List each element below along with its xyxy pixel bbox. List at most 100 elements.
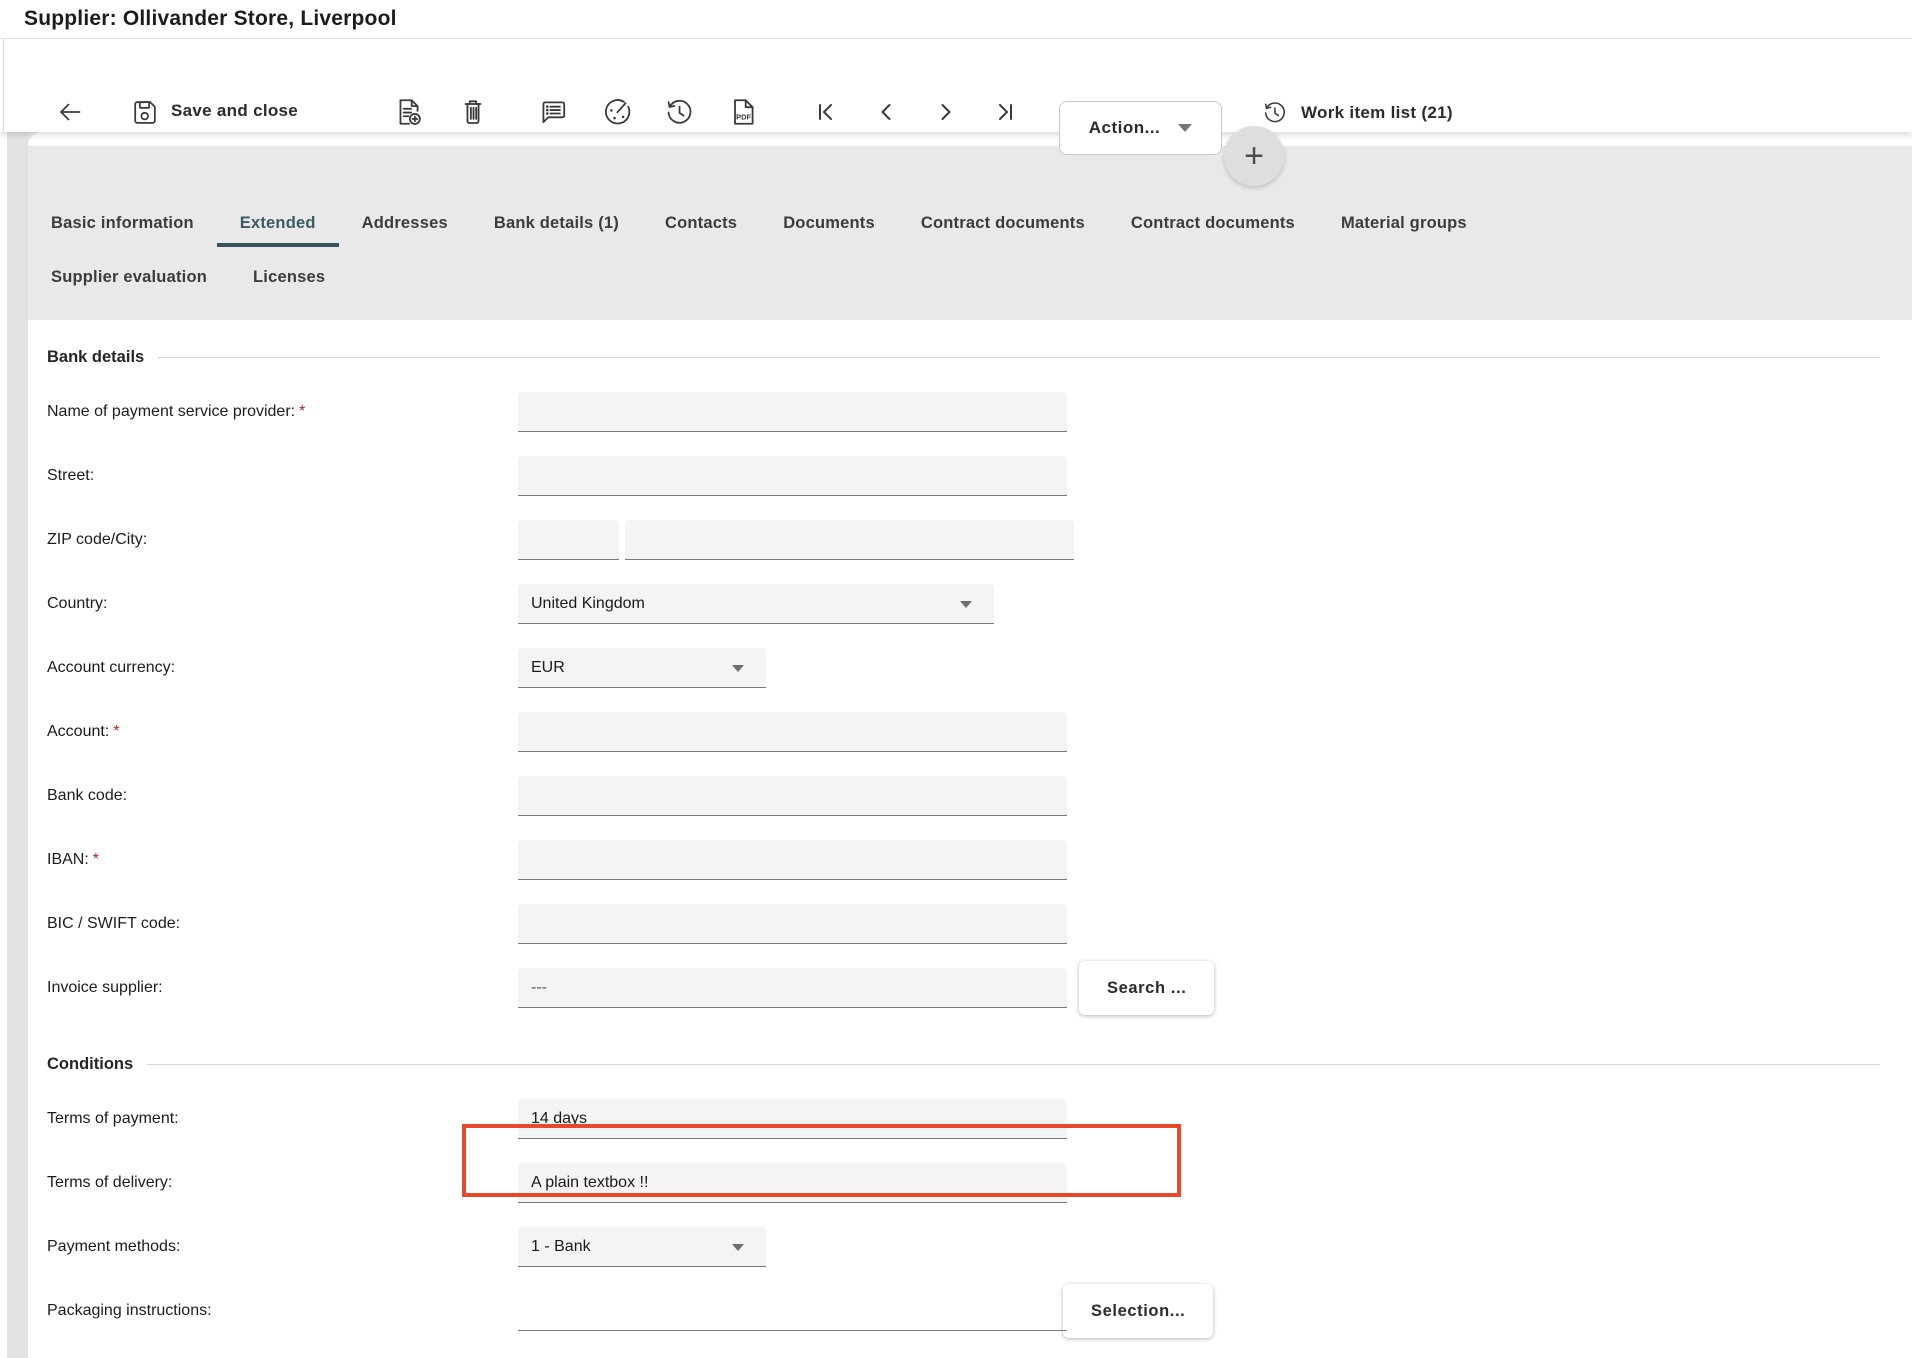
text-input[interactable] (518, 392, 1067, 432)
form-row: Account:* (28, 712, 1912, 752)
toolbar-left-divider (3, 39, 4, 132)
add-tab-button[interactable]: + (1224, 126, 1284, 186)
tab-contract-documents[interactable]: Contract documents (898, 214, 1108, 247)
tab-extended[interactable]: Extended (217, 214, 339, 247)
zip-input[interactable] (518, 520, 619, 560)
form-row: ZIP code/City: (28, 520, 1912, 560)
delete-icon[interactable] (457, 96, 489, 128)
selection-button[interactable]: Selection... (1063, 1284, 1213, 1338)
form-row: Terms of payment:14 days (28, 1099, 1912, 1139)
field-label: Account:* (28, 723, 518, 741)
field-value: --- (518, 979, 547, 997)
form-row: Country:United Kingdom (28, 584, 1912, 624)
field-label: BIC / SWIFT code: (28, 915, 518, 933)
field-label: Invoice supplier: (28, 979, 518, 997)
pdf-export-icon[interactable]: PDF (727, 96, 759, 128)
form-row: Account currency:EUR (28, 648, 1912, 688)
tab-row-1: Basic informationExtendedAddressesBank d… (28, 214, 1490, 247)
field-label: Name of payment service provider:* (28, 403, 518, 421)
select-caret-icon (960, 601, 972, 608)
text-input[interactable]: A plain textbox !! (518, 1163, 1067, 1203)
gauge-icon[interactable] (601, 96, 633, 128)
form-row: Bank code: (28, 776, 1912, 816)
back-arrow-icon[interactable] (54, 96, 86, 128)
field-label: Country: (28, 595, 518, 613)
tab-licenses[interactable]: Licenses (230, 268, 348, 301)
history-clock-icon (1261, 99, 1288, 126)
card-top-edge (28, 132, 1912, 146)
field-label: Account currency: (28, 659, 518, 677)
text-input[interactable] (518, 840, 1067, 880)
text-input[interactable]: --- (518, 968, 1067, 1008)
field-value: A plain textbox !! (518, 1174, 648, 1192)
save-and-close-button[interactable]: Save and close (171, 101, 298, 121)
tab-documents[interactable]: Documents (760, 214, 898, 247)
form-row: IBAN:* (28, 840, 1912, 880)
history-icon[interactable] (663, 96, 695, 128)
field-value: EUR (518, 659, 565, 677)
text-input[interactable] (518, 904, 1067, 944)
action-dropdown-button[interactable]: Action... (1059, 101, 1222, 155)
section-title: Bank details (47, 348, 144, 367)
required-asterisk: * (299, 403, 305, 420)
field-label: Packaging instructions: (28, 1302, 518, 1320)
section-header: Bank details (28, 346, 1912, 368)
tab-bank-details-1-[interactable]: Bank details (1) (471, 214, 642, 247)
form-row: Street: (28, 456, 1912, 496)
field-label: Street: (28, 467, 518, 485)
select-input[interactable]: 1 - Bank (518, 1227, 766, 1267)
save-icon[interactable] (128, 96, 160, 128)
work-item-list-button[interactable]: Work item list (21) (1261, 99, 1453, 126)
field-value: 14 days (518, 1110, 587, 1128)
left-gutter-strip (7, 132, 28, 1358)
text-input[interactable]: 14 days (518, 1099, 1067, 1139)
new-document-icon[interactable] (393, 96, 425, 128)
form-row: Payment methods:1 - Bank (28, 1227, 1912, 1267)
section-header: Conditions (28, 1053, 1912, 1075)
text-input[interactable] (518, 1291, 1067, 1331)
text-input[interactable] (518, 456, 1067, 496)
select-caret-icon (732, 665, 744, 672)
field-label: ZIP code/City: (28, 531, 518, 549)
tab-row-2: Supplier evaluationLicenses (28, 268, 348, 301)
city-input[interactable] (625, 520, 1074, 560)
action-dropdown-label: Action... (1089, 118, 1161, 138)
form-row: Name of payment service provider:* (28, 392, 1912, 432)
text-input[interactable] (518, 712, 1067, 752)
form-content: Bank details Name of payment service prov… (28, 346, 1912, 1331)
field-label: Terms of payment: (28, 1110, 518, 1128)
tab-material-groups[interactable]: Material groups (1318, 214, 1490, 247)
search-button[interactable]: Search ... (1079, 961, 1214, 1015)
chevron-down-icon (1178, 124, 1192, 132)
field-label: Payment methods: (28, 1238, 518, 1256)
select-caret-icon (732, 1244, 744, 1251)
form-row: BIC / SWIFT code: (28, 904, 1912, 944)
last-record-icon[interactable] (990, 96, 1022, 128)
select-input[interactable]: United Kingdom (518, 584, 994, 624)
text-input[interactable] (518, 776, 1067, 816)
field-value: United Kingdom (518, 595, 645, 613)
work-item-list-label: Work item list (21) (1301, 103, 1453, 123)
first-record-icon[interactable] (809, 96, 841, 128)
tab-basic-information[interactable]: Basic information (28, 214, 217, 247)
section-title: Conditions (47, 1055, 133, 1074)
field-label: Terms of delivery: (28, 1174, 518, 1192)
section-rule (147, 1064, 1880, 1065)
comments-icon[interactable] (537, 96, 569, 128)
window-title-bar: Supplier: Ollivander Store, Liverpool (0, 0, 1912, 39)
tab-addresses[interactable]: Addresses (339, 214, 471, 247)
next-record-icon[interactable] (930, 96, 962, 128)
form-row: Packaging instructions:Selection... (28, 1291, 1912, 1331)
toolbar: Save and close (0, 39, 1912, 132)
field-value: 1 - Bank (518, 1238, 591, 1256)
tab-contacts[interactable]: Contacts (642, 214, 760, 247)
form-panel: Bank details Name of payment service prov… (28, 320, 1912, 1358)
form-row: Terms of delivery:A plain textbox !! (28, 1163, 1912, 1203)
previous-record-icon[interactable] (870, 96, 902, 128)
required-asterisk: * (113, 723, 119, 740)
required-asterisk: * (93, 851, 99, 868)
tab-contract-documents[interactable]: Contract documents (1108, 214, 1318, 247)
tab-supplier-evaluation[interactable]: Supplier evaluation (28, 268, 230, 301)
section-rule (158, 357, 1880, 358)
select-input[interactable]: EUR (518, 648, 766, 688)
